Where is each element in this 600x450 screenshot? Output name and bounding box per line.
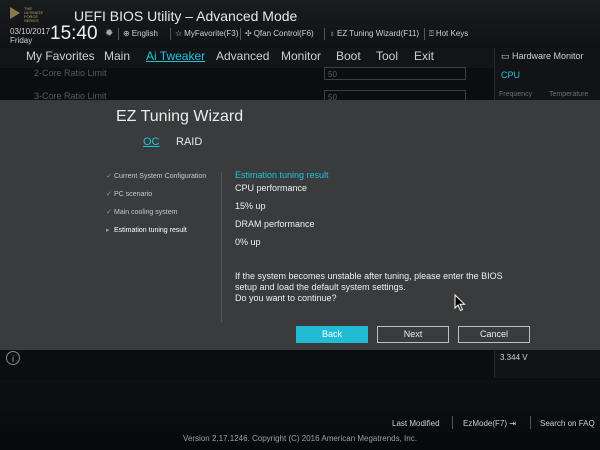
toolbar-separator bbox=[240, 28, 241, 40]
step-current-system-configuration: ✓ Current System Configuration bbox=[106, 173, 207, 180]
step-main-cooling-system: ✓ Main cooling system bbox=[106, 209, 178, 216]
cpu-section-label: CPU bbox=[501, 70, 521, 80]
last-modified-button[interactable]: Last Modified bbox=[392, 419, 440, 428]
fan-icon: ✣ bbox=[245, 29, 252, 38]
brand-logo: THE ULTIMATE FORCE SERIES bbox=[6, 3, 62, 23]
next-button[interactable]: Next bbox=[377, 326, 449, 343]
setting-value-field[interactable]: 50 bbox=[324, 67, 466, 80]
dram-performance-label: DRAM performance bbox=[235, 219, 315, 229]
steps-divider bbox=[221, 172, 222, 322]
tab-oc[interactable]: OC bbox=[143, 136, 160, 148]
clock: 15:40 bbox=[50, 23, 98, 44]
bulb-icon: ♁ bbox=[329, 29, 335, 38]
warning-text: If the system becomes unstable after tun… bbox=[235, 271, 503, 292]
day-text: Friday bbox=[10, 36, 33, 45]
version-text: Version 2.17.1246. Copyright (C) 2016 Am… bbox=[183, 434, 417, 443]
exit-arrow-icon: ⇥ bbox=[509, 419, 516, 428]
step-pc-scenario: ✓ PC scenario bbox=[106, 191, 153, 198]
hardware-monitor-title: ▭ Hardware Monitor bbox=[501, 51, 584, 61]
app-title: UEFI BIOS Utility – Advanced Mode bbox=[74, 8, 298, 24]
cancel-button[interactable]: Cancel bbox=[458, 326, 530, 343]
monitor-icon: ▭ bbox=[501, 51, 510, 61]
result-heading: Estimation tuning result bbox=[235, 170, 329, 180]
dram-performance-value: 0% up bbox=[235, 237, 261, 247]
myfavorite-button[interactable]: ☆ MyFavorite(F3) bbox=[175, 29, 238, 38]
date-text: 03/10/2017 bbox=[10, 27, 51, 36]
language-button[interactable]: ⊕ English bbox=[123, 29, 158, 38]
menu-main[interactable]: Main bbox=[104, 49, 130, 63]
setting-label: 2-Core Ratio Limit bbox=[34, 68, 107, 78]
date-display: 03/10/2017 Friday bbox=[10, 27, 50, 45]
menu-my-favorites[interactable]: My Favorites bbox=[26, 49, 95, 63]
cpu-performance-value: 15% up bbox=[235, 201, 266, 211]
check-icon: ✓ bbox=[106, 209, 112, 216]
mouse-cursor-icon bbox=[454, 293, 466, 317]
toolbar-separator bbox=[324, 28, 325, 40]
menu-exit[interactable]: Exit bbox=[414, 49, 434, 63]
temperature-label: Temperature bbox=[549, 91, 589, 98]
star-icon: ☆ bbox=[175, 29, 183, 38]
tab-raid[interactable]: RAID bbox=[176, 136, 202, 148]
search-faq-button[interactable]: Search on FAQ bbox=[540, 419, 595, 428]
step-estimation-tuning-result: ▸ Estimation tuning result bbox=[106, 227, 187, 234]
toolbar-separator bbox=[118, 28, 119, 40]
ez-tuning-wizard-dialog: EZ Tuning Wizard OC RAID ✓ Current System… bbox=[0, 100, 600, 350]
globe-icon: ⊕ bbox=[123, 29, 130, 38]
menu-monitor[interactable]: Monitor bbox=[281, 49, 321, 63]
hot-keys-button[interactable]: ⍰ Hot Keys bbox=[429, 29, 468, 39]
footer-separator bbox=[452, 416, 453, 429]
menu-tool[interactable]: Tool bbox=[376, 49, 398, 63]
dialog-title: EZ Tuning Wizard bbox=[116, 108, 244, 125]
arrow-right-icon: ▸ bbox=[106, 227, 110, 234]
qfan-control-button[interactable]: ✣ Qfan Control(F6) bbox=[245, 29, 314, 38]
toolbar-separator bbox=[170, 28, 171, 40]
frequency-label: Frequency bbox=[499, 91, 533, 98]
toolbar-separator bbox=[424, 28, 425, 40]
svg-text:SERIES: SERIES bbox=[24, 18, 39, 23]
cpu-performance-label: CPU performance bbox=[235, 183, 308, 193]
help-icon: ⍰ bbox=[429, 29, 434, 38]
voltage-value: 3.344 V bbox=[500, 353, 528, 362]
footer-separator bbox=[530, 416, 531, 429]
top-bar: THE ULTIMATE FORCE SERIES UEFI BIOS Util… bbox=[0, 0, 600, 48]
ez-tuning-wizard-button[interactable]: ♁ EZ Tuning Wizard(F11) bbox=[329, 29, 419, 38]
check-icon: ✓ bbox=[106, 191, 112, 198]
menu-boot[interactable]: Boot bbox=[336, 49, 361, 63]
gear-icon[interactable]: ✹ bbox=[105, 28, 113, 39]
check-icon: ✓ bbox=[106, 173, 112, 180]
menu-advanced[interactable]: Advanced bbox=[216, 49, 269, 63]
ezmode-button[interactable]: EzMode(F7) ⇥ bbox=[463, 419, 516, 428]
info-icon[interactable]: i bbox=[6, 351, 20, 365]
menu-ai-tweaker[interactable]: Ai Tweaker bbox=[146, 49, 205, 63]
back-button[interactable]: Back bbox=[296, 326, 368, 343]
